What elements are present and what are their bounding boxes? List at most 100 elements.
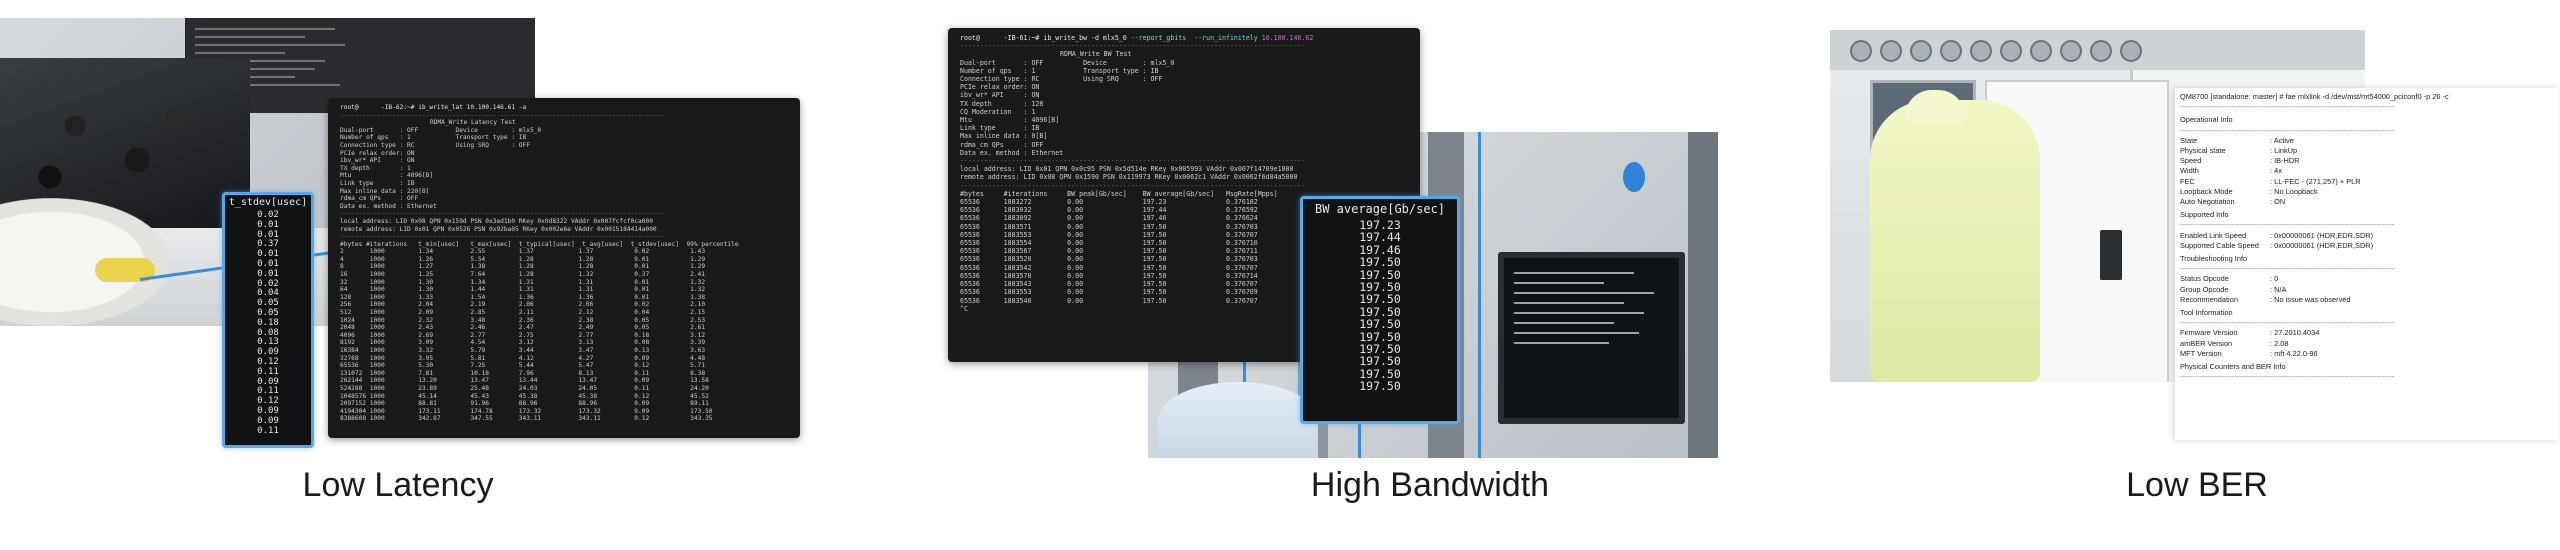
control-panel [2100,230,2122,280]
terminal-address-line: local address: LID 0x01 QPN 0x0c95 PSN 0… [960,165,1294,174]
terminal-test-title: RDMA_Write Latency Test [430,119,516,127]
info-value: : IB-HDR [2270,156,2300,166]
info-value: : 0x00000061 (HDR,EDR,SDR) [2270,230,2374,240]
terminal-prompt: root@ -IB-61:~# ib_write_bw -d mlx5_0 [960,34,1127,42]
fan-icon [1940,40,1962,62]
terminal-table-row: 65536 1883542 0.00 197.50 0.376707 [960,263,1258,272]
info-row: Auto Negotiation: ON [2180,197,2449,207]
terminal-rule: ----------------------------------------… [960,181,1306,190]
info-value: : 0x00000061 (HDR,EDR,SDR) [2270,240,2374,250]
fan-icon [1880,40,1902,62]
terminal-config-line: PCIe relax order: ON [960,83,1040,92]
terminal-config-line: Dual-port : OFF Device : mlx5_0 [960,58,1175,67]
info-row: Firmware Version: 27.2010.4034 [2180,328,2449,338]
terminal-config-line: Number of qps : 1 Transport type : IB [340,134,527,142]
info-value: : No Loopback [2270,186,2318,196]
info-key: Firmware Version [2180,328,2238,338]
info-key: State [2180,135,2198,145]
terminal-table-row: 16384 1000 3.32 5.79 3.44 3.47 0.13 3.63 [340,347,706,354]
section-rule: ----------------------------------------… [2180,372,2395,382]
terminal-config-line: Connection type : RC Using SRQ : OFF [960,75,1163,84]
terminal-table-row: 64 1000 1.30 1.44 1.31 1.31 0.01 1.32 [340,286,706,294]
terminal-table-row: 65536 1883553 0.00 197.50 0.376707 [960,230,1258,239]
terminal-config-line: rdma_cm QPs : OFF [960,140,1044,149]
terminal-table-row: 65536 1883567 0.00 197.50 0.376711 [960,247,1258,256]
terminal-rule: ----------------------------------------… [2180,102,2395,112]
terminal-table-row: 65536 1883554 0.00 197.50 0.376710 [960,239,1258,248]
bw-average-zoom-callout: BW average[Gb/sec] 197.23 197.44 197.46 197… [1300,196,1460,424]
fan-icon [2120,40,2142,62]
terminal-command-line: root@ -IB-61:~# ib_write_bw -d mlx5_0 --… [960,34,1313,42]
section-title: Supported Info [2180,210,2229,220]
section-title: Physical Counters and BER Info [2180,362,2286,372]
info-value: : LL-FEC - (271,257) + PLR [2270,176,2361,186]
info-key: Physical state [2180,146,2226,156]
info-key: Enabled Link Speed [2180,230,2247,240]
info-key: Speed [2180,156,2202,166]
zoom-value: 197.50 [1359,354,1401,369]
info-row: Physical state : LinkUp [2180,146,2449,156]
info-row: Recommendation: No issue was observed [2180,295,2449,305]
terminal-rule: ----------------------------------------… [960,42,1306,51]
terminal-address-line: local address: LID 0x08 QPN 0x159d PSN 0… [340,217,653,225]
terminal-table-row: 65536 1883032 0.00 197.44 0.376592 [960,206,1258,215]
terminal-table-row: 65536 1883578 0.00 197.50 0.376714 [960,271,1258,280]
terminal-table-row: 4194304 1000 173.11 174.78 173.32 173.32… [340,407,713,415]
section-title: Operational Info [2180,115,2233,125]
terminal-command: root@ -IB-62:~# ib_write_lat 10.100.146.… [340,104,527,111]
info-value: : LinkUp [2270,146,2298,156]
terminal-table-row: 16 1000 1.25 7.64 1.28 1.32 0.37 2.41 [340,271,706,279]
terminal-table-row: 256 1000 2.04 2.19 2.06 2.06 0.02 2.10 [340,301,706,309]
rack-post [1688,132,1718,458]
terminal-flags: --report_gbits --run_infinitely [1126,34,1258,42]
terminal-table-row: 8 1000 1.27 1.38 1.28 1.28 0.01 1.29 [340,263,706,271]
terminal-config-line: Link type : IB [340,179,415,187]
fan-icon [2030,40,2052,62]
terminal-config-line: Dual-port : OFF Device : mlx5_0 [340,126,542,134]
terminal-config-line: Data ex. method : Ethernet [340,202,437,210]
info-key: Supported Cable Speed [2180,240,2259,250]
info-key: MFT Version [2180,348,2222,358]
zoom-header: BW average[Gb/sec] [1314,202,1446,216]
info-row: Group Opcode: N/A [2180,285,2449,295]
ceiling [1830,30,2365,70]
fan-icon [1970,40,1992,62]
terminal-interrupt: ^C [960,304,968,313]
terminal-table-header: #bytes #iterations t_min[usec] t_max[use… [340,240,739,248]
zoom-values: 0.02 0.01 0.01 0.37 0.01 0.01 0.01 0.02 0.04 0.05… [225,210,311,436]
terminal-table-row: 8192 1000 3.09 4.54 3.12 3.13 0.08 3.39 [340,339,706,347]
terminal-table-row: 4 1000 1.26 5.54 1.28 1.28 0.01 1.29 [340,255,706,263]
terminal-table-row: 131072 1000 7.81 10.18 7.96 8.13 0.11 8.… [340,369,706,377]
info-value: : 2.08 [2270,338,2289,348]
terminal-table-row: 32 1000 1.30 1.34 1.31 1.31 0.01 1.32 [340,278,706,286]
section-title: Troubleshooting Info [2180,254,2248,264]
terminal-ip: 10.100.146.62 [1257,34,1314,42]
zoom-value: 197.50 [1359,255,1401,270]
section-rule: ----------------------------------------… [2180,318,2395,328]
terminal-table-row: 2 1000 1.34 2.55 1.37 1.37 0.02 1.43 [340,248,706,256]
stdev-zoom-callout: t_stdev[usec] 0.02 0.01 0.01 0.37 0.01 0.01 0.… [222,192,314,448]
fan-icon [2000,40,2022,62]
terminal-table-row: 65536 1883553 0.00 197.50 0.376709 [960,288,1258,297]
terminal-table-row: 32768 1000 3.95 5.81 4.12 4.27 0.09 4.48 [340,354,706,362]
section-rule: ----------------------------------------… [2180,125,2395,135]
terminal-table-row: 65536 1883540 0.00 197.50 0.376707 [960,296,1258,305]
info-row: Speed : IB-HDR [2180,156,2449,166]
info-key: Status Opcode [2180,274,2229,284]
terminal-table-row: 262144 1000 13.20 13.47 13.44 13.47 0.09… [340,377,709,385]
terminal-test-title: RDMA_Write BW Test [1060,50,1132,59]
info-row: Status Opcode: 0 [2180,274,2449,284]
terminal-config-line: Data ex. method : Ethernet [960,148,1064,157]
terminal-table-row: 1024 1000 2.32 3.48 2.36 2.38 0.05 2.53 [340,316,706,324]
fan-icon [1850,40,1872,62]
terminal-table-row: 65536 1883092 0.00 197.46 0.376624 [960,214,1258,223]
info-key: Loopback Mode [2180,186,2233,196]
terminal-config-line: ibv_wr* API : ON [960,91,1040,100]
terminal-config-line: TX depth : 128 [960,99,1044,108]
info-row: Supported Cable Speed : 0x00000061 (HDR,E… [2180,241,2449,251]
terminal-rule: ----------------------------------------… [340,233,665,241]
fan-icon [2090,40,2112,62]
caption-low-latency: Low Latency [302,466,494,504]
terminal-table-row: 1048576 1000 45.14 45.43 45.38 45.38 0.1… [340,392,709,400]
zoom-value: 197.44 [1359,230,1401,245]
